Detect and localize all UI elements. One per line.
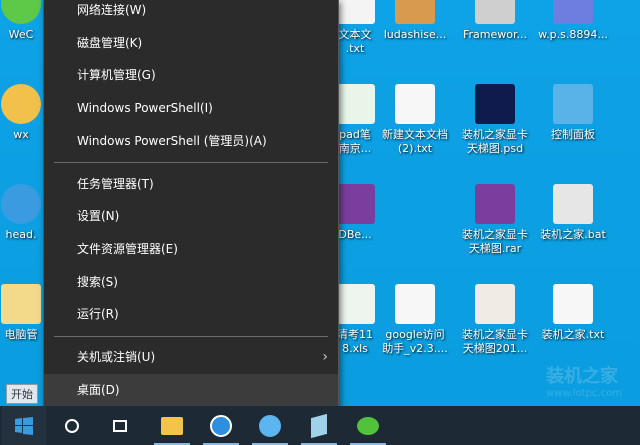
task-view-icon	[113, 419, 127, 432]
file-icon	[475, 284, 515, 324]
sogou-icon	[210, 414, 232, 437]
taskbar	[0, 406, 640, 445]
chevron-right-icon: ›	[322, 349, 328, 365]
desktop-icon-label: 装机之家显卡 天梯图.rar	[462, 228, 528, 255]
menu-item-label: 搜索(S)	[77, 275, 118, 289]
desktop-icon[interactable]: 装机之家.txt	[534, 284, 612, 342]
folder-icon	[161, 416, 183, 435]
start-tooltip: 开始	[6, 384, 38, 404]
desktop-icon[interactable]: 装机之家显卡 天梯图.rar	[456, 184, 534, 256]
sogou-taskbar[interactable]	[199, 406, 243, 445]
notepad-taskbar[interactable]	[297, 406, 341, 445]
desktop-icon[interactable]: 控制面板	[534, 84, 612, 142]
menu-item-label: 关机或注销(U)	[77, 350, 156, 364]
file-icon	[395, 84, 435, 124]
menu-item[interactable]: 磁盘管理(K)	[44, 27, 338, 59]
windows-logo-icon	[15, 416, 33, 435]
menu-item[interactable]: Windows PowerShell (管理员)(A)	[44, 125, 338, 157]
menu-item[interactable]: 网络连接(W)	[44, 0, 338, 26]
menu-item[interactable]: 计算机管理(G)	[44, 59, 338, 91]
file-icon	[475, 0, 515, 24]
notepad-icon	[311, 413, 327, 438]
file-icon	[475, 84, 515, 124]
cortana-button[interactable]	[50, 406, 94, 445]
desktop-icon[interactable]: Framewor...	[456, 0, 534, 42]
menu-item-label: 磁盘管理(K)	[77, 36, 143, 50]
file-icon	[553, 84, 593, 124]
file-icon	[475, 184, 515, 224]
file-icon	[335, 0, 375, 24]
file-icon	[335, 84, 375, 124]
menu-item[interactable]: Windows PowerShell(I)	[44, 92, 338, 124]
desktop-icon-label: ludashise...	[383, 28, 447, 41]
desktop-icon-label: 装机之家显卡 天梯图.psd	[462, 128, 528, 155]
desktop-icon-label: w.p.s.8894...	[538, 28, 608, 41]
wechat-icon	[357, 416, 379, 435]
menu-item-label: 计算机管理(G)	[77, 68, 156, 82]
menu-item[interactable]: 桌面(D)	[44, 374, 338, 406]
file-icon	[335, 184, 375, 224]
menu-item-label: Windows PowerShell (管理员)(A)	[77, 134, 267, 148]
menu-item-label: 文件资源管理器(E)	[77, 242, 178, 256]
menu-item[interactable]: 任务管理器(T)	[44, 168, 338, 200]
winx-context-menu: 网络连接(W) 磁盘管理(K) 计算机管理(G) Windows PowerShell…	[43, 0, 339, 413]
browser-icon	[259, 414, 281, 437]
desktop-icon[interactable]: 装机之家显卡 天梯图.psd	[456, 84, 534, 156]
desktop-icon-label: google访问 助手_v2.3....	[382, 328, 448, 355]
file-icon	[553, 0, 593, 24]
menu-item-label: 网络连接(W)	[77, 3, 147, 17]
file-icon	[553, 184, 593, 224]
desktop-icon[interactable]: google访问 助手_v2.3....	[376, 284, 454, 356]
desktop-icon[interactable]: 装机之家.bat	[534, 184, 612, 242]
desktop-icon-label: 装机之家.txt	[541, 328, 605, 341]
menu-item[interactable]: 运行(R)	[44, 298, 338, 330]
menu-separator	[54, 162, 328, 163]
desktop-icon[interactable]: 新建文本文档 (2).txt	[376, 84, 454, 156]
file-icon	[395, 284, 435, 324]
menu-item[interactable]: 文件资源管理器(E)	[44, 233, 338, 265]
menu-item-label: 设置(N)	[77, 209, 120, 223]
start-button[interactable]	[2, 406, 46, 445]
desktop-icon-label: 新建文本文档 (2).txt	[382, 128, 448, 155]
desktop-icon[interactable]: 装机之家显卡 天梯图201...	[456, 284, 534, 356]
search-circle-icon	[65, 418, 79, 433]
browser-taskbar[interactable]	[248, 406, 292, 445]
task-view-button[interactable]	[98, 406, 142, 445]
menu-item-label: Windows PowerShell(I)	[77, 101, 213, 115]
file-icon	[395, 0, 435, 24]
menu-item-label: 任务管理器(T)	[77, 177, 154, 191]
desktop-icon[interactable]: ludashise...	[376, 0, 454, 42]
file-explorer-taskbar[interactable]	[150, 406, 194, 445]
menu-item[interactable]: 搜索(S)	[44, 266, 338, 298]
desktop-icon-label: 控制面板	[551, 128, 595, 141]
menu-item[interactable]: 设置(N)	[44, 200, 338, 232]
desktop-icon-label: Framewor...	[462, 28, 527, 41]
menu-item-label: 运行(R)	[77, 307, 119, 321]
file-icon	[335, 284, 375, 324]
watermark: 装机之家 www.lotpc.com	[546, 366, 622, 399]
file-icon	[553, 284, 593, 324]
menu-separator	[54, 336, 328, 337]
wechat-taskbar[interactable]	[346, 406, 390, 445]
menu-item-label: 桌面(D)	[77, 383, 120, 397]
menu-item[interactable]: 关机或注销(U) ›	[44, 341, 338, 373]
desktop-icon-label: 装机之家.bat	[540, 228, 606, 241]
desktop-icon-label: 装机之家显卡 天梯图201...	[462, 328, 528, 355]
desktop-icon[interactable]: w.p.s.8894...	[534, 0, 612, 42]
